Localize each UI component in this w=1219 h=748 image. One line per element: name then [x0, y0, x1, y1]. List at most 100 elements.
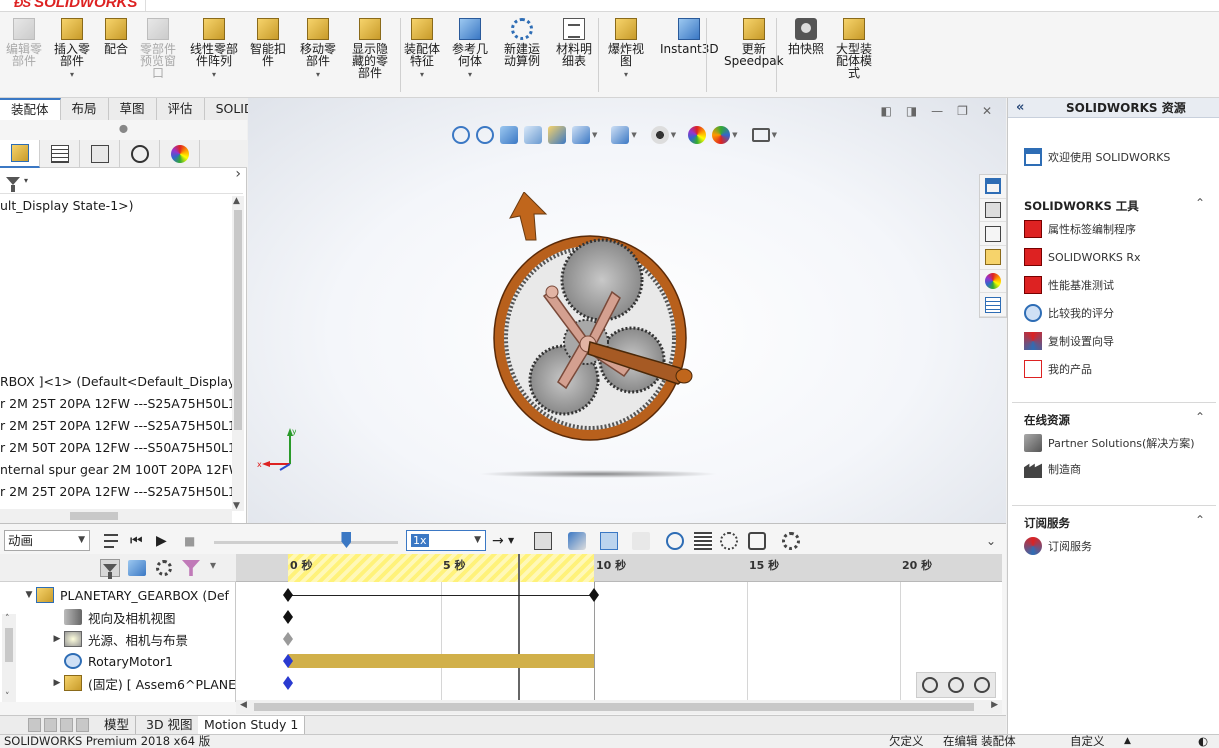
chevron-down-icon[interactable]: ▼ — [508, 532, 526, 550]
tab-display-manager[interactable] — [160, 140, 200, 168]
tab-custom-properties[interactable] — [980, 293, 1006, 318]
tree-item[interactable]: r 2M 25T 20PA 12FW ---S25A75H50L10. — [0, 418, 232, 433]
apply-scene-icon[interactable] — [712, 126, 731, 144]
tree-vertical-scrollbar[interactable]: ▲ ▼ — [232, 196, 244, 511]
study-type-select[interactable]: 动画 ▼ — [4, 530, 90, 551]
keyframe-marker[interactable] — [283, 632, 293, 646]
ribbon-button-9[interactable]: 参考几 何体 ▾ — [452, 18, 488, 98]
tab-solidworks-resources[interactable] — [980, 175, 1006, 199]
tile-left-icon[interactable]: ◧ — [880, 104, 891, 118]
chevron-down-icon[interactable]: ▾ — [316, 69, 320, 81]
playback-slider[interactable] — [214, 541, 398, 544]
expand-icon[interactable]: ▼ — [22, 590, 36, 600]
chevron-down-icon[interactable]: ▼ — [671, 131, 676, 139]
autokey-icon[interactable] — [600, 532, 618, 550]
tab-command-2[interactable]: 草图 — [108, 98, 157, 120]
keyframe-marker[interactable] — [283, 676, 293, 690]
view-settings-icon[interactable] — [751, 128, 770, 142]
keyframe-marker[interactable] — [283, 588, 293, 602]
scroll-thumb[interactable] — [234, 210, 242, 430]
ribbon-button-0[interactable]: 编辑零 部件 — [6, 18, 42, 98]
tab-command-0[interactable]: 装配体 — [0, 98, 61, 120]
panel-grip[interactable]: ⬤ — [0, 120, 247, 140]
calculate-icon[interactable] — [102, 532, 120, 550]
tab-command-1[interactable]: 布局 — [60, 98, 109, 120]
chevron-down-icon[interactable]: ▼ — [772, 131, 777, 139]
chevron-down-icon[interactable]: ▾ — [212, 69, 216, 81]
animation-wizard-icon[interactable] — [568, 532, 586, 550]
add-key-icon[interactable] — [632, 532, 650, 550]
ribbon-button-3[interactable]: 零部件 预览窗口 — [140, 18, 176, 98]
ribbon-button-12[interactable]: 爆炸视图 ▾ — [608, 18, 644, 98]
tab-property-manager[interactable] — [40, 140, 80, 168]
filter-results-icon[interactable] — [182, 560, 200, 576]
motion-tree-item[interactable]: 视向及相机视图 — [50, 606, 176, 628]
previous-view-icon[interactable] — [500, 126, 518, 144]
zoom-to-area-icon[interactable] — [476, 126, 494, 144]
ribbon-button-1[interactable]: 插入零 部件 ▾ — [54, 18, 90, 98]
resources-section-title[interactable]: 订阅服务 — [1024, 515, 1070, 531]
scroll-down-icon[interactable]: ▼ — [233, 501, 240, 511]
tab-design-library[interactable] — [980, 199, 1006, 223]
tab-feature-manager[interactable] — [0, 140, 40, 168]
resource-link[interactable]: 属性标签编制程序 — [1024, 220, 1136, 238]
motion-tree-item[interactable]: ▶ (固定) [ Assem6^PLANET — [50, 672, 244, 694]
tab-dimxpert-manager[interactable] — [120, 140, 160, 168]
resource-link[interactable]: Partner Solutions(解决方案) — [1024, 434, 1195, 452]
resource-link[interactable]: SOLIDWORKS Rx — [1024, 248, 1141, 266]
chevron-down-icon[interactable]: ▾ — [210, 558, 216, 572]
contact-icon[interactable] — [720, 532, 738, 550]
graphics-area[interactable]: ◧ ◨ — ❐ ✕ ▼ ▼ ▼ ▼ ▼ x y — [248, 98, 1006, 523]
ribbon-button-4[interactable]: 线性零部 件阵列 ▾ — [190, 18, 238, 98]
tree-item[interactable]: nternal spur gear 2M 100T 20PA 12FW - — [0, 462, 232, 477]
chevron-up-icon[interactable]: ⌃ — [1195, 410, 1205, 424]
bottom-tab-2[interactable]: Motion Study 1 — [198, 716, 306, 735]
ribbon-button-6[interactable]: 移动零 部件 ▾ — [300, 18, 336, 98]
motion-tree-scrollbar[interactable]: ˄ ˅ — [2, 614, 16, 702]
timeline-horizontal-scrollbar[interactable]: ◀ ▶ — [236, 700, 1002, 714]
hide-show-items-icon[interactable] — [650, 126, 669, 144]
keyframe-marker[interactable] — [283, 610, 293, 624]
resource-link[interactable]: 复制设置向导 — [1024, 332, 1114, 350]
welcome-link[interactable]: 欢迎使用 SOLIDWORKS — [1024, 148, 1170, 166]
play-icon[interactable]: ▶ — [156, 532, 174, 550]
stop-icon[interactable]: ■ — [184, 532, 202, 550]
restore-icon[interactable]: ❐ — [957, 104, 968, 118]
ribbon-button-11[interactable]: 材料明 细表 — [556, 18, 592, 98]
play-from-start-icon[interactable]: ⏮ — [130, 532, 148, 550]
motion-timeline[interactable]: 0 秒 5 秒 10 秒 15 秒 20 秒 ◀ ▶ — [236, 554, 1002, 714]
tile-right-icon[interactable]: ◨ — [906, 104, 917, 118]
solidworks-logo[interactable]: ƉS SOLIDWORKS — [6, 0, 147, 11]
chevron-down-icon[interactable]: ▼ — [592, 131, 597, 139]
playback-slider-thumb[interactable] — [341, 532, 352, 548]
chevron-down-icon[interactable]: ▾ — [624, 69, 628, 81]
resources-section-title[interactable]: 在线资源 — [1024, 412, 1070, 428]
minimize-icon[interactable]: — — [931, 104, 943, 118]
scroll-right-icon[interactable]: ▶ — [991, 700, 998, 710]
motion-study-properties-icon[interactable] — [782, 532, 800, 550]
chevron-up-icon[interactable]: ⌃ — [1195, 513, 1205, 527]
chevron-down-icon[interactable]: ▾ — [70, 69, 74, 81]
motion-tree-item[interactable]: ▶ 光源、相机与布景 — [50, 628, 188, 650]
chevron-down-icon[interactable]: ▾ — [420, 69, 424, 81]
zoom-out-icon[interactable] — [974, 677, 990, 693]
chevron-up-icon[interactable]: ▲ — [1124, 735, 1131, 748]
motor-icon[interactable] — [666, 532, 684, 550]
scroll-up-icon[interactable]: ▲ — [233, 196, 240, 206]
ribbon-button-5[interactable]: 智能扣件 — [250, 18, 286, 98]
edit-appearance-icon[interactable] — [688, 126, 707, 144]
tab-file-explorer[interactable] — [980, 222, 1006, 247]
gravity-icon[interactable] — [748, 532, 766, 550]
ribbon-button-8[interactable]: 装配体 特征 ▾ — [404, 18, 440, 98]
tab-configuration-manager[interactable] — [80, 140, 120, 168]
zoom-in-icon[interactable] — [948, 677, 964, 693]
resource-link[interactable]: 比较我的评分 — [1024, 304, 1114, 322]
filter-animated-button[interactable] — [100, 559, 120, 579]
ribbon-button-14[interactable]: 更新 Speedpak — [724, 18, 784, 98]
resource-link[interactable]: 性能基准测试 — [1024, 276, 1114, 294]
close-icon[interactable]: ✕ — [982, 104, 992, 118]
collapse-pane-icon[interactable]: « — [1016, 98, 1024, 118]
spring-icon[interactable] — [694, 532, 712, 550]
time-bar[interactable] — [517, 554, 520, 700]
tree-horizontal-scrollbar[interactable] — [0, 509, 232, 523]
